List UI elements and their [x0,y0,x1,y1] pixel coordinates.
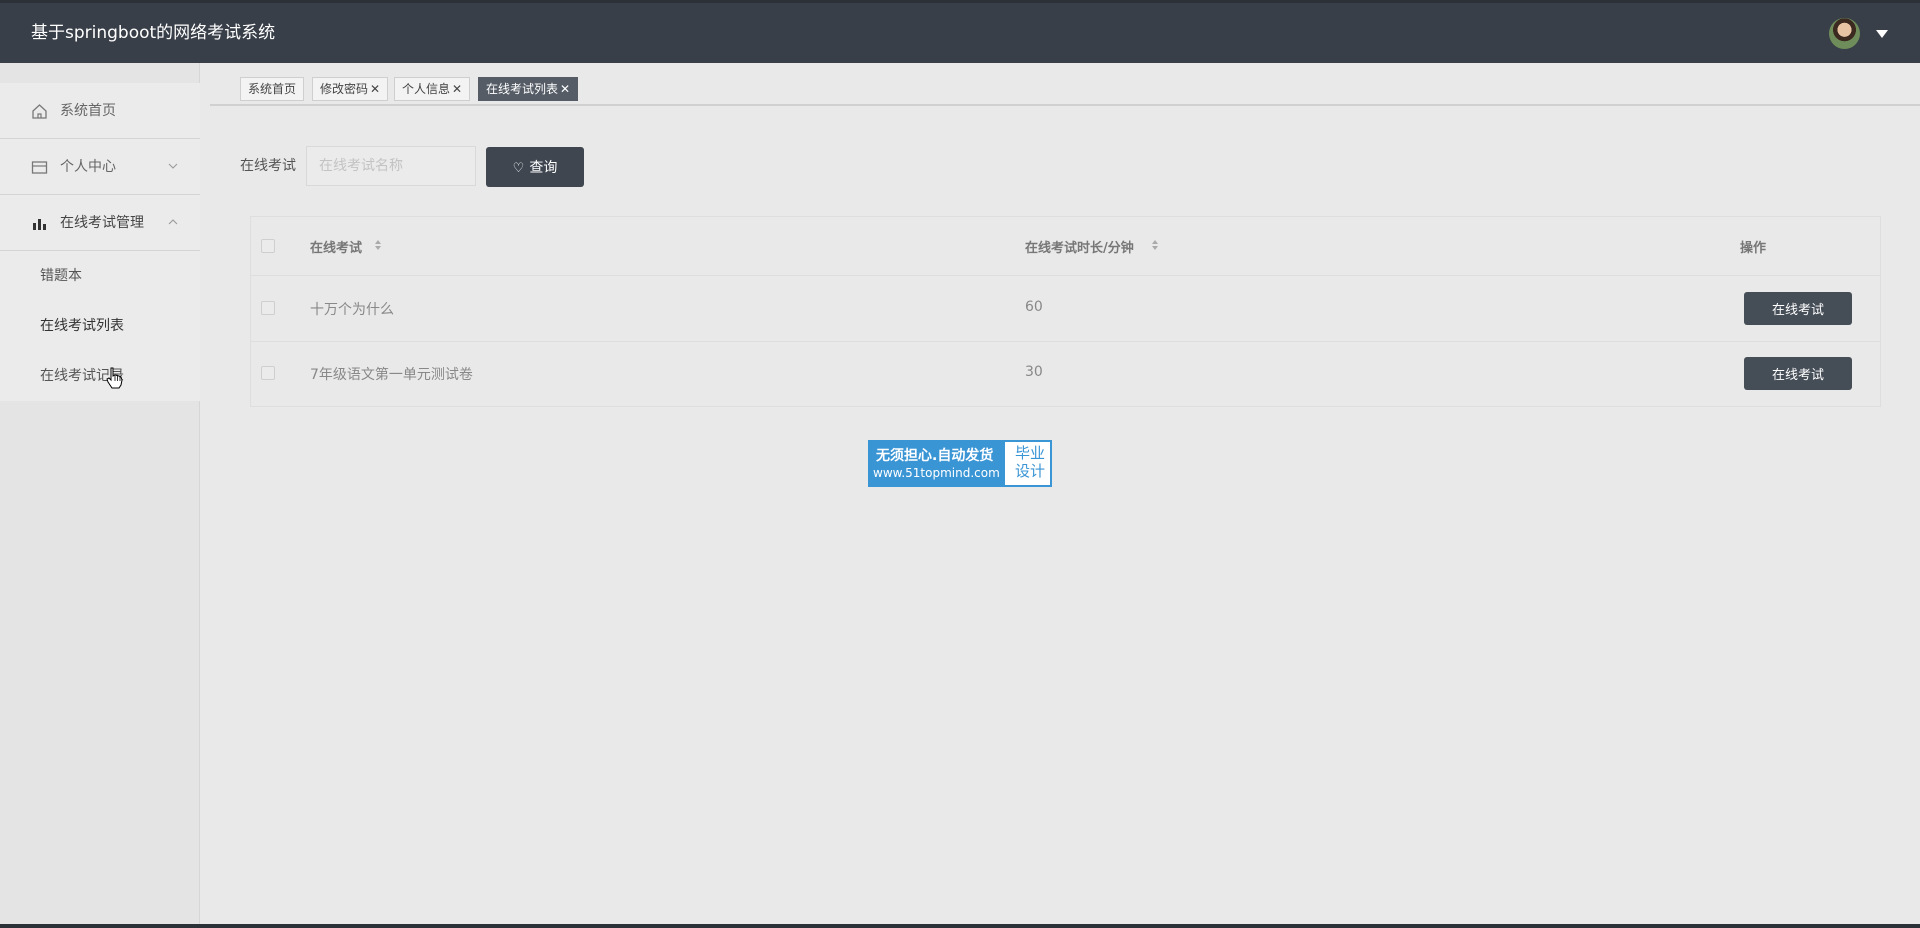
sidebar-subitem-exam-list[interactable]: 在线考试列表 [0,301,200,351]
sidebar: 系统首页 个人中心 在线考试管理 错题本 在线考试列表 在线考试记录 [0,63,200,924]
exam-name-cell: 7年级语文第一单元测试卷 [310,367,473,383]
sort-icon[interactable] [374,239,382,251]
select-all-checkbox[interactable] [261,239,275,253]
sidebar-item-label: 在线考试管理 [60,215,144,231]
chevron-down-icon [168,163,178,169]
badge-right-panel: 毕业 设计 [1010,444,1050,480]
take-exam-button[interactable]: 在线考试 [1744,357,1852,390]
home-icon [32,104,47,119]
search-button[interactable]: ♡ 查询 [486,147,584,187]
exam-name-cell: 十万个为什么 [310,302,394,318]
exam-table: 在线考试 在线考试时长/分钟 操作 十万个为什么 60 在线考试 7年级语文第一… [250,216,1881,407]
sidebar-item-label: 系统首页 [60,103,116,119]
sidebar-subitem-wrong-questions[interactable]: 错题本 [0,251,200,301]
badge-right-line-1: 毕业 [1014,444,1045,462]
chevron-up-icon [168,219,178,225]
caret-down-icon[interactable] [1876,30,1888,38]
exam-name-search-input[interactable] [306,146,476,186]
search-button-label: 查询 [529,160,558,176]
heart-icon: ♡ [512,161,525,176]
tab-label: 个人信息 [402,82,451,96]
badge-right-line-2: 设计 [1014,462,1045,480]
badge-left-panel: 无须担心.自动发货 www.51topmind.com [870,442,1005,485]
tab-label: 系统首页 [248,82,297,96]
tab-exam-list[interactable]: 在线考试列表 ✕ [478,77,579,101]
table-row: 十万个为什么 60 在线考试 [251,277,1880,342]
tab-label: 在线考试列表 [486,82,559,96]
table-header: 在线考试 在线考试时长/分钟 操作 [251,217,1880,276]
sort-icon[interactable] [1151,239,1159,251]
row-checkbox[interactable] [261,366,275,380]
column-header-exam: 在线考试 [310,241,363,256]
take-exam-button[interactable]: 在线考试 [1744,292,1852,325]
tab-change-password[interactable]: 修改密码 ✕ [312,77,389,101]
close-icon[interactable]: ✕ [560,82,570,96]
id-card-icon [31,161,48,174]
row-checkbox[interactable] [261,301,275,315]
watermark-badge[interactable]: 无须担心.自动发货 www.51topmind.com 毕业 设计 [868,440,1052,487]
search-label: 在线考试 [240,158,296,174]
duration-cell: 60 [1025,299,1043,315]
badge-line-1: 无须担心.自动发货 [876,448,994,464]
column-header-duration: 在线考试时长/分钟 [1025,241,1134,256]
user-avatar[interactable] [1829,18,1860,49]
tab-home[interactable]: 系统首页 [240,77,305,101]
column-header-actions: 操作 [1740,241,1767,256]
sidebar-item-exam-management[interactable]: 在线考试管理 [0,195,200,251]
close-icon[interactable]: ✕ [370,82,380,96]
table-row: 7年级语文第一单元测试卷 30 在线考试 [251,342,1880,407]
hand-cursor-icon [106,367,123,389]
sidebar-item-profile[interactable]: 个人中心 [0,139,200,195]
bar-chart-icon [33,219,46,230]
sidebar-item-label: 个人中心 [60,159,116,175]
duration-cell: 30 [1025,364,1043,380]
tab-personal-info[interactable]: 个人信息 ✕ [394,77,471,101]
badge-line-2: www.51topmind.com [873,466,1000,480]
app-header: 基于springboot的网络考试系统 [0,3,1920,63]
sidebar-subitem-exam-records[interactable]: 在线考试记录 [0,351,200,401]
app-title: 基于springboot的网络考试系统 [31,23,276,43]
sidebar-item-home[interactable]: 系统首页 [0,83,200,139]
close-icon[interactable]: ✕ [452,82,462,96]
tab-label: 修改密码 [320,82,369,96]
tabs-bar: 系统首页 修改密码 ✕ 个人信息 ✕ 在线考试列表 ✕ [210,72,1920,106]
window-bottom-border [0,924,1920,928]
